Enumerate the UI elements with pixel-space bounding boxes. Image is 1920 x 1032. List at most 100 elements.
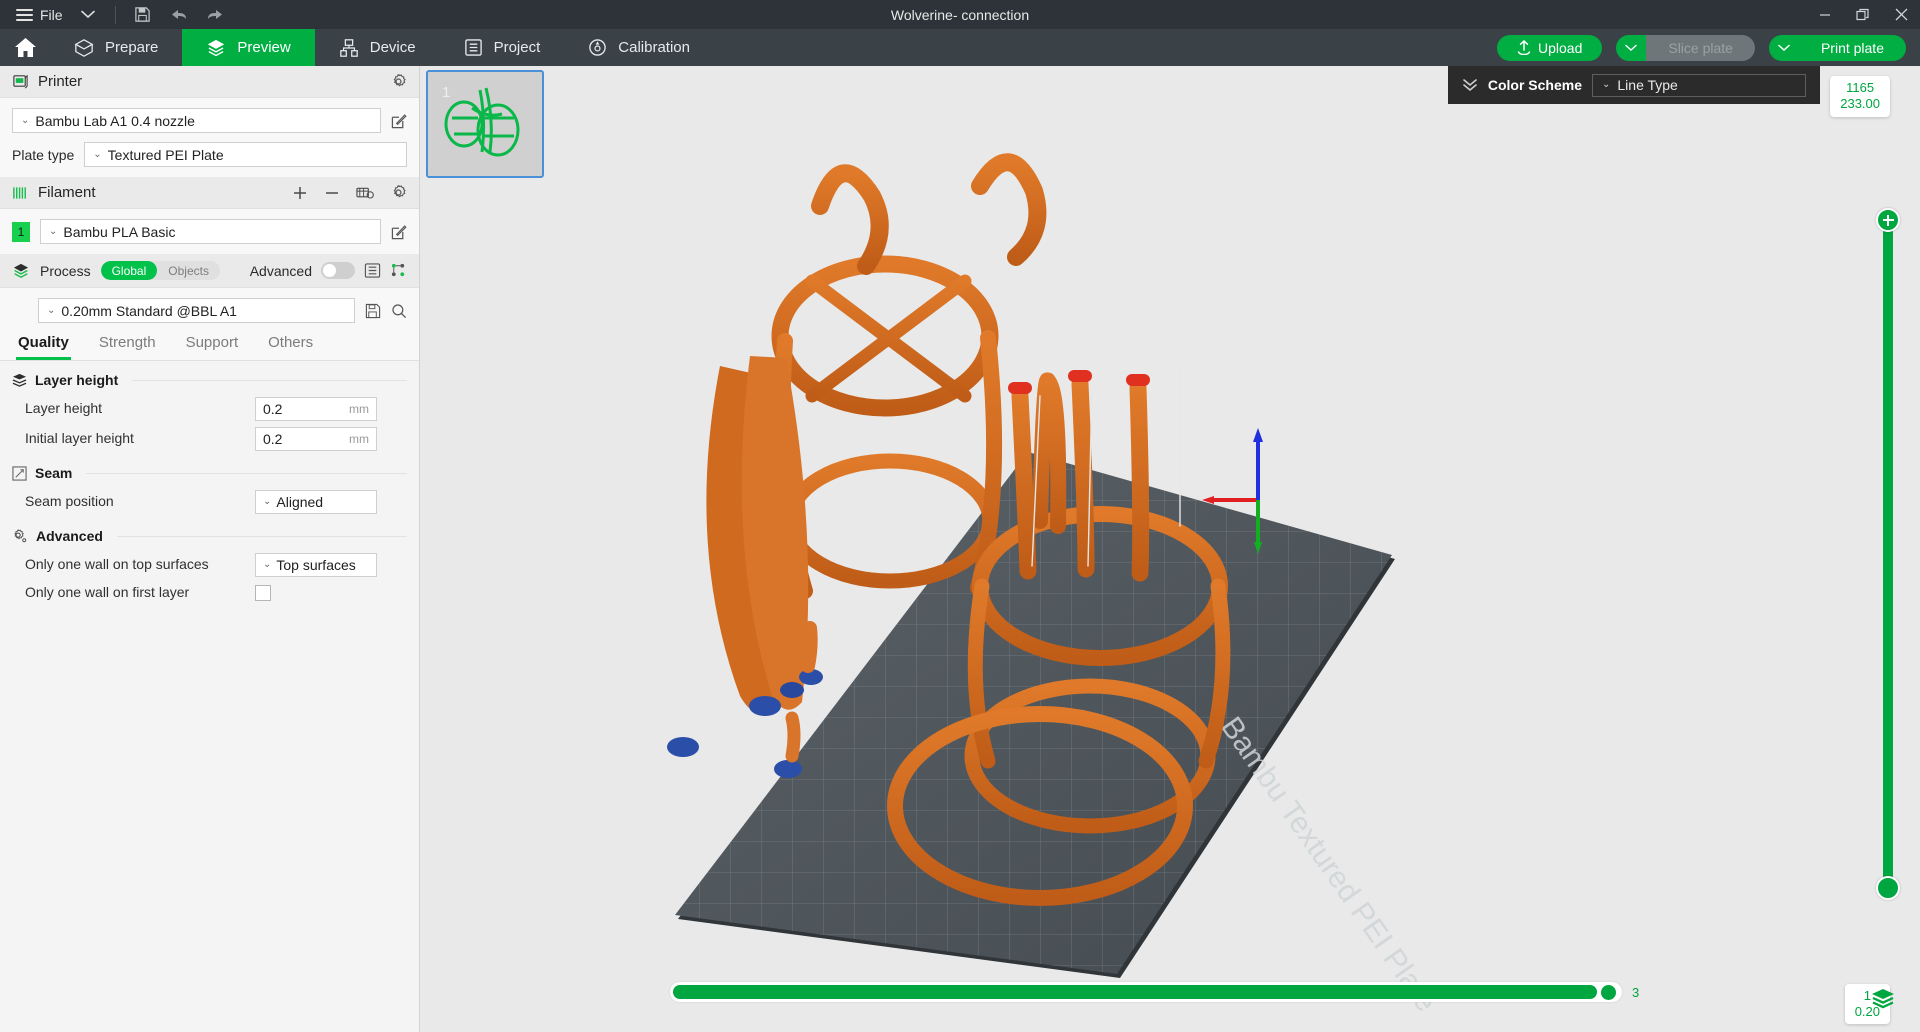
row-seam-position: Seam position ⌄ Aligned — [0, 487, 419, 517]
printer-preset-select[interactable]: ⌄ Bambu Lab A1 0.4 nozzle — [12, 108, 381, 133]
moves-slider-track[interactable] — [670, 982, 1622, 1002]
filament-preset-select[interactable]: ⌄ Bambu PLA Basic — [40, 219, 381, 244]
moves-slider[interactable]: 3 — [670, 980, 1650, 1004]
label-seam-position: Seam position — [25, 493, 255, 511]
list-view-icon[interactable] — [364, 262, 381, 279]
chevron-down-icon: ⌄ — [47, 306, 55, 316]
process-icon — [12, 262, 30, 279]
row-only-one-wall-first-layer: Only one wall on first layer — [0, 580, 419, 606]
plate-type-select[interactable]: ⌄ Textured PEI Plate — [84, 142, 407, 167]
device-icon — [339, 38, 359, 58]
search-icon[interactable] — [391, 303, 407, 319]
upload-icon — [1517, 40, 1531, 55]
filament-preset-value: Bambu PLA Basic — [63, 224, 175, 240]
printer-preset-value: Bambu Lab A1 0.4 nozzle — [35, 113, 195, 129]
chevrons-down-icon[interactable] — [1462, 78, 1478, 92]
printer-section-title: Printer — [38, 73, 82, 90]
printer-settings-gear-icon[interactable] — [390, 73, 407, 90]
process-section-title: Process — [40, 263, 91, 279]
layer-slider-upper-handle[interactable] — [1876, 208, 1900, 232]
layer-height-icon — [12, 373, 27, 387]
3d-viewport[interactable]: Bambu Textured PEI Plate — [420, 66, 1920, 1032]
select-only-one-wall-top[interactable]: ⌄ Top surfaces — [255, 553, 377, 577]
layer-slider-lower-handle[interactable] — [1876, 876, 1900, 900]
settings-sidebar: Printer ⌄ Bambu Lab A1 0.4 nozzle Plate … — [0, 66, 420, 1032]
upload-button[interactable]: Upload — [1497, 35, 1602, 61]
slice-plate-dropdown-arrow[interactable] — [1616, 35, 1646, 61]
process-scope-global[interactable]: Global — [101, 261, 158, 280]
input-layer-height[interactable]: 0.2 mm — [255, 397, 377, 421]
printer-section-header: Printer — [0, 66, 419, 98]
process-preset-select[interactable]: ⌄ 0.20mm Standard @BBL A1 — [38, 298, 355, 323]
plate-thumbnail[interactable]: 1 — [426, 70, 544, 178]
chevron-down-icon[interactable] — [71, 10, 105, 19]
group-header-seam: Seam — [0, 454, 419, 487]
color-scheme-select[interactable]: ⌄ Line Type — [1592, 74, 1806, 97]
tab-calibration-label: Calibration — [618, 39, 690, 56]
select-seam-position[interactable]: ⌄ Aligned — [255, 490, 377, 514]
tab-calibration[interactable]: Calibration — [564, 29, 714, 66]
minus-icon[interactable] — [324, 185, 340, 201]
filament-row: 1 ⌄ Bambu PLA Basic — [12, 219, 407, 244]
compare-icon[interactable] — [390, 262, 407, 279]
moves-slider-handle[interactable] — [1599, 983, 1618, 1002]
plus-icon[interactable] — [292, 185, 308, 201]
chevron-down-icon: ⌄ — [263, 560, 271, 570]
label-layer-height: Layer height — [25, 400, 255, 418]
row-layer-height: Layer height 0.2 mm — [0, 394, 419, 424]
group-title-layer-height: Layer height — [35, 372, 118, 388]
tab-preview[interactable]: Preview — [182, 29, 314, 66]
3d-scene[interactable]: Bambu Textured PEI Plate — [420, 66, 1920, 1032]
row-only-one-wall-top: Only one wall on top surfaces ⌄ Top surf… — [0, 550, 419, 580]
minimize-icon[interactable] — [1806, 0, 1844, 29]
value-seam-position: Aligned — [276, 494, 323, 510]
hamburger-icon — [16, 9, 33, 21]
filament-settings-gear-icon[interactable] — [390, 184, 407, 201]
save-icon[interactable] — [126, 0, 160, 29]
printer-edit-icon[interactable] — [391, 113, 407, 129]
color-scheme-value: Line Type — [1617, 77, 1677, 93]
tab-device[interactable]: Device — [315, 29, 440, 66]
chevron-down-icon: ⌄ — [1602, 80, 1610, 90]
file-menu-button[interactable]: File — [10, 0, 69, 29]
tab-project[interactable]: Project — [440, 29, 565, 66]
advanced-toggle[interactable] — [321, 262, 355, 279]
printer-icon — [12, 73, 29, 90]
tab-strength[interactable]: Strength — [97, 327, 158, 360]
close-icon[interactable] — [1882, 0, 1920, 29]
checkbox-only-one-wall-first-layer[interactable] — [255, 585, 271, 601]
save-preset-icon[interactable] — [365, 303, 381, 319]
value-layer-height: 0.2 — [263, 401, 282, 417]
filament-edit-icon[interactable] — [391, 224, 407, 240]
restore-icon[interactable] — [1844, 0, 1882, 29]
layers-icon[interactable] — [1868, 984, 1898, 1014]
label-only-one-wall-top: Only one wall on top surfaces — [25, 556, 255, 574]
layer-slider[interactable] — [1876, 186, 1900, 922]
tab-quality[interactable]: Quality — [16, 327, 71, 360]
filament-index-badge[interactable]: 1 — [12, 222, 30, 242]
layer-slider-upper-tooltip: 1165 233.00 — [1830, 76, 1890, 117]
plate-thumbnail-preview — [428, 72, 542, 176]
group-divider — [86, 473, 407, 474]
print-plate-button[interactable]: Print plate — [1799, 35, 1906, 61]
redo-icon[interactable] — [198, 0, 232, 29]
label-initial-layer-height: Initial layer height — [25, 430, 255, 448]
slice-plate-button[interactable]: Slice plate — [1646, 35, 1755, 61]
layer-slider-track[interactable] — [1883, 220, 1893, 888]
tab-support[interactable]: Support — [184, 327, 241, 360]
undo-icon[interactable] — [162, 0, 196, 29]
chevron-down-icon: ⌄ — [263, 497, 271, 507]
print-plate-split-button: Print plate — [1769, 35, 1906, 61]
tab-others[interactable]: Others — [266, 327, 315, 360]
home-icon[interactable] — [0, 29, 50, 66]
input-initial-layer-height[interactable]: 0.2 mm — [255, 427, 377, 451]
chevron-down-icon: ⌄ — [93, 150, 101, 160]
group-divider — [117, 536, 407, 537]
print-plate-dropdown-arrow[interactable] — [1769, 35, 1799, 61]
filament-section-body: 1 ⌄ Bambu PLA Basic — [0, 209, 419, 254]
layer-slider-upper-layer: 1165 — [1840, 80, 1880, 96]
tab-prepare[interactable]: Prepare — [50, 29, 182, 66]
process-scope-objects[interactable]: Objects — [157, 261, 220, 280]
ams-sync-icon[interactable] — [356, 185, 374, 201]
tab-preview-label: Preview — [237, 39, 290, 56]
